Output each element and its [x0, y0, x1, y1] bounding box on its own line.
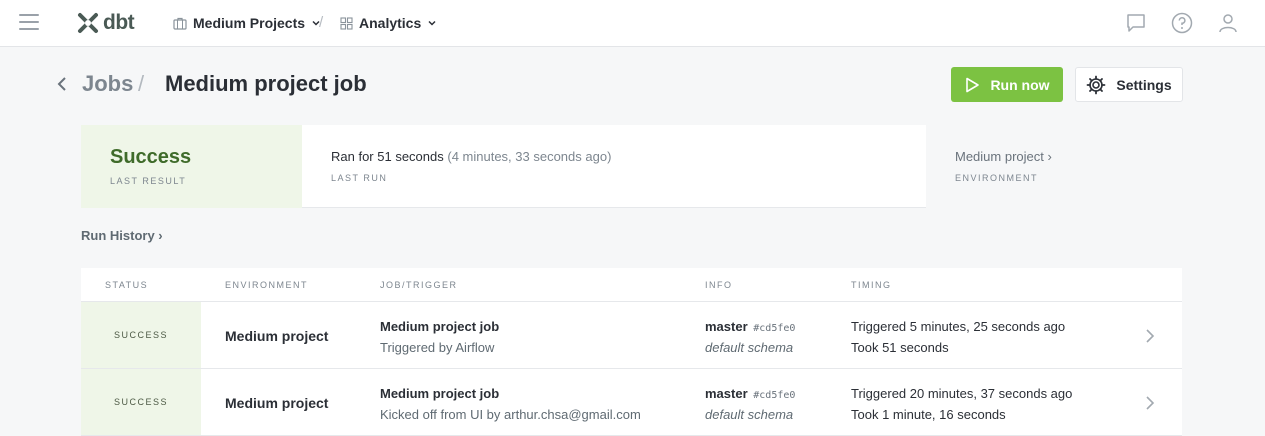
row-environment: Medium project — [225, 395, 329, 411]
row-branch: master — [705, 386, 748, 401]
grid-icon — [340, 16, 353, 30]
run-history-table: STATUS ENVIRONMENT JOB/TRIGGER INFO TIMI… — [81, 268, 1182, 436]
chevron-right-icon[interactable] — [1144, 394, 1156, 412]
environment-link[interactable]: Medium project › — [955, 149, 1182, 164]
header-environment: ENVIRONMENT — [225, 280, 309, 290]
chevron-down-icon — [428, 20, 436, 26]
dbt-logo[interactable]: dbt — [77, 11, 135, 35]
row-job-trigger: Medium project job Kicked off from UI by… — [380, 386, 641, 422]
last-run-panel: Ran for 51 seconds (4 minutes, 33 second… — [331, 149, 611, 183]
status-badge: SUCCESS — [81, 369, 201, 435]
header-timing: TIMING — [851, 280, 892, 290]
last-run-text: Ran for 51 seconds (4 minutes, 33 second… — [331, 149, 611, 164]
status-badge: SUCCESS — [81, 302, 201, 368]
run-now-button[interactable]: Run now — [951, 67, 1063, 102]
breadcrumb-jobs[interactable]: Jobs — [82, 71, 133, 97]
header-job-trigger: JOB/TRIGGER — [380, 280, 458, 290]
header-info: INFO — [705, 280, 733, 290]
help-icon[interactable] — [1170, 11, 1194, 35]
last-run-label: LAST RUN — [331, 173, 388, 183]
row-job-trigger: Medium project job Triggered by Airflow — [380, 319, 499, 355]
project-switcher[interactable]: Medium Projects — [173, 15, 321, 31]
last-run-ago: (4 minutes, 33 seconds ago) — [447, 149, 612, 164]
settings-label: Settings — [1116, 76, 1172, 93]
row-schema: default schema — [705, 340, 794, 355]
row-environment: Medium project — [225, 328, 329, 344]
run-now-label: Run now — [990, 76, 1050, 93]
environment-panel: Medium project › ENVIRONMENT — [926, 125, 1182, 208]
table-row[interactable]: SUCCESS Medium project Medium project jo… — [81, 302, 1182, 369]
row-trigger: Kicked off from UI by arthur.chsa@gmail.… — [380, 407, 641, 422]
nav-separator: / — [319, 14, 324, 31]
row-trigger: Triggered by Airflow — [380, 340, 495, 355]
table-row[interactable]: SUCCESS Medium project Medium project jo… — [81, 369, 1182, 436]
row-took: Took 1 minute, 16 seconds — [851, 407, 1006, 422]
gear-icon — [1086, 75, 1106, 94]
row-timing: Triggered 5 minutes, 25 seconds ago Took… — [851, 319, 1065, 355]
row-info: master #cd5fe0 default schema — [705, 319, 795, 355]
top-icons — [1124, 11, 1240, 35]
row-timing: Triggered 20 minutes, 37 seconds ago Too… — [851, 386, 1072, 422]
row-job-name: Medium project job — [380, 319, 500, 334]
table-header: STATUS ENVIRONMENT JOB/TRIGGER INFO TIMI… — [81, 268, 1182, 302]
back-chevron-icon[interactable] — [55, 73, 69, 95]
chevron-right-icon[interactable] — [1144, 327, 1156, 345]
row-commit-sha: #cd5fe0 — [753, 323, 796, 334]
run-history-link[interactable]: Run History › — [81, 228, 163, 243]
row-commit-sha: #cd5fe0 — [753, 390, 796, 401]
settings-button[interactable]: Settings — [1075, 67, 1183, 102]
briefcase-icon — [173, 17, 187, 30]
row-schema: default schema — [705, 407, 794, 422]
last-result-panel: Success LAST RESULT — [81, 125, 302, 208]
project-name: Medium Projects — [193, 15, 306, 31]
last-run-duration: Ran for 51 seconds — [331, 149, 444, 164]
job-summary-card: Success LAST RESULT Ran for 51 seconds (… — [81, 125, 1182, 208]
logo-text: dbt — [103, 11, 135, 34]
row-job-name: Medium project job — [380, 386, 500, 401]
chat-icon[interactable] — [1124, 11, 1148, 35]
row-triggered: Triggered 5 minutes, 25 seconds ago — [851, 319, 1066, 334]
breadcrumb-separator: / — [138, 71, 145, 96]
section-switcher[interactable]: Analytics — [340, 15, 437, 31]
row-took: Took 51 seconds — [851, 340, 949, 355]
play-icon — [966, 77, 980, 92]
row-triggered: Triggered 20 minutes, 37 seconds ago — [851, 386, 1073, 401]
top-nav: dbt Medium Projects / Analytics — [0, 0, 1265, 47]
row-branch: master — [705, 319, 748, 334]
row-info: master #cd5fe0 default schema — [705, 386, 795, 422]
menu-icon[interactable] — [19, 14, 39, 32]
header-status: STATUS — [105, 280, 149, 290]
last-result-value: Success — [110, 146, 192, 168]
section-name: Analytics — [359, 15, 422, 31]
last-result-label: LAST RESULT — [110, 176, 187, 186]
page-title: Medium project job — [165, 71, 367, 96]
environment-label: ENVIRONMENT — [955, 173, 1039, 183]
user-icon[interactable] — [1216, 11, 1240, 35]
dbt-logo-icon — [78, 13, 98, 33]
